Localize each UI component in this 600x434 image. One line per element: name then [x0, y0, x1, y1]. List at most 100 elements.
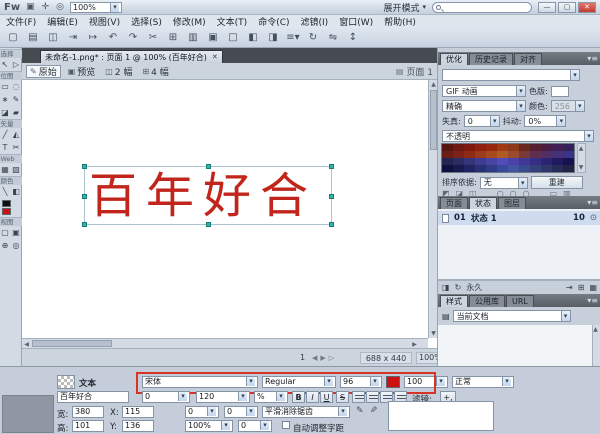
canvas[interactable]: 百年好合 [22, 80, 428, 338]
document-tab[interactable]: 未命名-1.png* : 页面 1 @ 100% (百年好合) ✕ [40, 50, 223, 63]
fill-color-well[interactable] [1, 208, 11, 215]
palette-swatch[interactable] [519, 158, 530, 165]
palette-swatch[interactable] [442, 151, 453, 158]
slice-tool[interactable]: ▦ [0, 163, 11, 176]
export-icon[interactable]: ↦ [86, 32, 100, 43]
palette-swatch[interactable] [486, 144, 497, 151]
menu-item[interactable]: 滤镜(I) [301, 15, 329, 28]
tab-close-icon[interactable]: ✕ [212, 53, 218, 61]
horizontal-scrollbar[interactable]: ◀ ▶ [22, 338, 428, 348]
y-field[interactable]: 136 [122, 420, 154, 432]
palette-swatch[interactable] [497, 158, 508, 165]
kerning-select[interactable]: 0 [142, 391, 190, 403]
palette-swatch[interactable] [552, 144, 563, 151]
palette-type-select[interactable]: 精确 [442, 100, 526, 112]
export-format-select[interactable]: GIF 动画 [442, 85, 526, 97]
standard-screen-icon[interactable]: ▢ [0, 226, 11, 239]
menu-item[interactable]: 帮助(H) [384, 15, 416, 28]
palette-swatch[interactable] [563, 144, 574, 151]
align-left-icon[interactable] [352, 391, 365, 403]
palette-swatch[interactable] [486, 151, 497, 158]
tab-history[interactable]: 历史记录 [469, 53, 513, 65]
bold-button[interactable]: B [292, 391, 305, 403]
palette-swatch[interactable] [530, 144, 541, 151]
minimize-button[interactable]: — [538, 1, 556, 13]
palette-scrollbar[interactable]: ▲ ▼ [577, 143, 586, 173]
paste-icon[interactable]: ▥ [186, 32, 200, 43]
knife-tool[interactable]: ✂ [11, 141, 22, 154]
selection-handle[interactable] [329, 222, 334, 227]
font-style-select[interactable]: Regular [262, 376, 336, 388]
palette-swatch[interactable] [475, 158, 486, 165]
styles-scrollbar[interactable]: ▲ [592, 325, 600, 366]
app-zoom-select[interactable]: 100% [70, 1, 122, 13]
stamp-tool[interactable]: ▰ [11, 106, 22, 119]
palette-swatch[interactable] [453, 158, 464, 165]
filters-list[interactable] [388, 401, 494, 431]
autokern-checkbox[interactable] [282, 421, 290, 429]
palette-swatch[interactable] [497, 165, 508, 172]
vertical-scrollbar[interactable]: ▲ ▼ [428, 80, 437, 338]
palette-swatch[interactable] [563, 165, 574, 172]
loop-count-label[interactable]: 永久 [466, 282, 482, 293]
height-field[interactable]: 101 [72, 420, 104, 432]
palette-swatch[interactable] [552, 158, 563, 165]
gif-looping-icon[interactable]: ↻ [455, 283, 462, 292]
scroll-thumb[interactable] [430, 90, 437, 150]
palette-swatch[interactable] [519, 165, 530, 172]
transparency-select[interactable]: 不透明 [442, 130, 594, 142]
palette-swatch[interactable] [530, 165, 541, 172]
palette-swatch[interactable] [508, 144, 519, 151]
sort-by-select[interactable]: 无 [479, 176, 528, 189]
view-4up-button[interactable]: ⊞ 4 幅 [139, 65, 171, 78]
tab-styles[interactable]: 样式 [440, 295, 468, 307]
brush-tool[interactable]: ✎ [11, 93, 22, 106]
tab-states[interactable]: 状态 [469, 197, 497, 209]
onion-skin-box[interactable] [442, 213, 449, 223]
selection-handle[interactable] [82, 222, 87, 227]
expand-mode-button[interactable]: 展开模式 [383, 1, 426, 14]
palette-swatch[interactable] [497, 151, 508, 158]
palette-swatch[interactable] [508, 165, 519, 172]
tab-align[interactable]: 对齐 [514, 53, 542, 65]
panel-menu-icon[interactable] [587, 197, 598, 209]
palette-swatch[interactable] [486, 165, 497, 172]
open-icon[interactable]: ▤ [26, 32, 40, 43]
send-back-icon[interactable]: ◨ [266, 32, 280, 43]
palette-swatch[interactable] [552, 165, 563, 172]
text-tool[interactable]: T [0, 141, 11, 154]
palette-swatch[interactable] [530, 151, 541, 158]
palette-swatch[interactable] [453, 165, 464, 172]
menu-item[interactable]: 选择(S) [131, 15, 162, 28]
text-selection-box[interactable]: 百年好合 [82, 164, 334, 227]
menu-item[interactable]: 文件(F) [6, 15, 36, 28]
prev-state-icon[interactable]: ◀ [312, 354, 317, 362]
leading-unit-select[interactable]: % [254, 391, 288, 403]
pen-tool[interactable]: ◭ [11, 128, 22, 141]
stroke-pencil-icon[interactable]: ✎ [356, 406, 364, 416]
screen-mode-icon[interactable]: ▣ [26, 2, 35, 12]
palette-swatch[interactable] [475, 151, 486, 158]
font-size-select[interactable]: 96 [340, 376, 382, 388]
palette-swatch[interactable] [464, 151, 475, 158]
hand-tool-icon[interactable]: ✛ [42, 2, 50, 12]
menu-item[interactable]: 文本(T) [217, 15, 248, 28]
width-field[interactable]: 380 [72, 406, 104, 418]
paint-bucket-tool[interactable]: ◧ [11, 185, 22, 198]
ungroup-icon[interactable]: □ [226, 32, 240, 43]
flip-horizontal-icon[interactable]: ⇋ [326, 32, 340, 43]
canvas-text[interactable]: 百年好合 [89, 169, 329, 223]
magic-wand-tool[interactable]: ∗ [0, 93, 11, 106]
tab-common-library[interactable]: 公用库 [469, 295, 505, 307]
blend-mode-select[interactable]: 正常 [452, 376, 514, 388]
selection-handle[interactable] [206, 164, 211, 169]
menu-item[interactable]: 窗口(W) [339, 15, 373, 28]
palette-swatch[interactable] [541, 151, 552, 158]
tab-url[interactable]: URL [506, 295, 534, 307]
palette-swatch[interactable] [486, 158, 497, 165]
menu-item[interactable]: 编辑(E) [47, 15, 78, 28]
selection-handle[interactable] [329, 194, 334, 199]
group-icon[interactable]: ▣ [206, 32, 220, 43]
rotate-icon[interactable]: ↻ [306, 32, 320, 43]
scroll-thumb[interactable] [32, 340, 112, 347]
